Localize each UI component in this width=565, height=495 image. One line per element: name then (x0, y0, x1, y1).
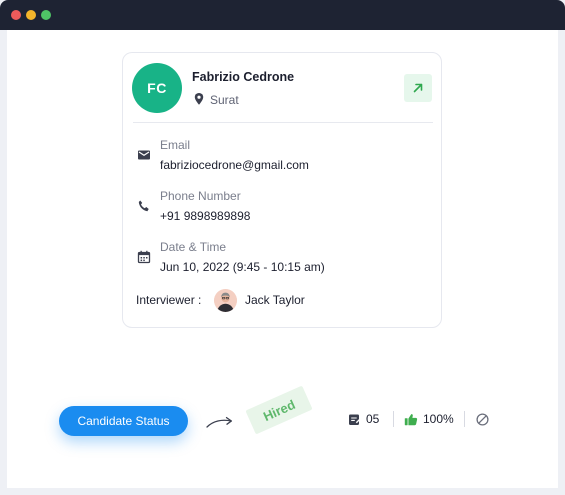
card-divider (133, 122, 433, 123)
notes-stat[interactable]: 05 (348, 412, 379, 426)
interviewer-avatar (214, 289, 237, 312)
datetime-label: Date & Time (160, 240, 227, 254)
phone-icon (138, 200, 149, 212)
candidate-avatar: FC (132, 63, 182, 113)
stat-separator (393, 411, 394, 427)
candidate-name: Fabrizio Cedrone (192, 70, 295, 84)
candidate-status-button[interactable]: Candidate Status (59, 406, 188, 436)
approval-value: 100% (423, 412, 454, 426)
stat-separator-2 (464, 411, 465, 427)
minimize-dot[interactable] (26, 10, 36, 20)
candidate-card: FC Fabrizio Cedrone Surat Email fabrizio… (122, 52, 442, 328)
external-link-icon (413, 83, 423, 93)
phone-label: Phone Number (160, 189, 241, 203)
notes-icon (349, 414, 361, 425)
email-value[interactable]: fabriziocedrone@gmail.com (160, 158, 309, 172)
thumbs-up-icon (404, 413, 418, 425)
calendar-icon (137, 250, 151, 264)
close-dot[interactable] (11, 10, 21, 20)
title-bar (0, 0, 565, 30)
candidate-location: Surat (210, 93, 239, 107)
phone-value[interactable]: +91 9898989898 (160, 209, 250, 223)
maximize-dot[interactable] (41, 10, 51, 20)
email-label: Email (160, 138, 191, 152)
interviewer-name: Jack Taylor (245, 293, 305, 307)
approval-stat[interactable]: 100% (404, 412, 454, 426)
pin-icon (194, 93, 204, 105)
notes-count: 05 (366, 412, 380, 426)
open-profile-button[interactable] (404, 74, 432, 102)
interviewer-label: Interviewer : (136, 293, 202, 307)
block-icon[interactable] (476, 413, 489, 426)
app-window: FC Fabrizio Cedrone Surat Email fabrizio… (0, 0, 565, 495)
datetime-value: Jun 10, 2022 (9:45 - 10:15 am) (160, 260, 325, 274)
curved-arrow-icon (206, 416, 233, 428)
mail-icon (138, 150, 150, 160)
